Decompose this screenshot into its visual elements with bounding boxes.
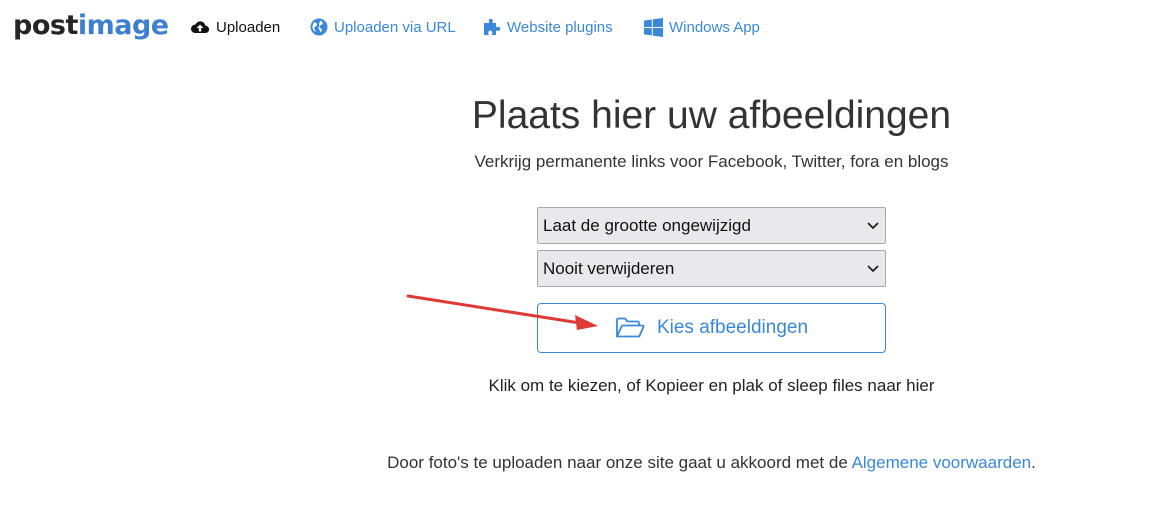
nav-upload-label: Uploaden bbox=[216, 18, 281, 36]
logo-text-post: post bbox=[13, 10, 78, 41]
puzzle-icon bbox=[484, 18, 501, 35]
upload-hint: Klik om te kiezen, of Kopieer en plak of… bbox=[488, 376, 935, 395]
terms-notice: Door foto's te uploaden naar onze site g… bbox=[300, 451, 1123, 475]
nav-website-plugins-label: Website plugins bbox=[507, 18, 613, 36]
cloud-upload-icon bbox=[190, 21, 210, 33]
folder-open-icon bbox=[616, 317, 645, 338]
nav-windows-app[interactable]: Windows App bbox=[644, 16, 760, 38]
choose-images-button[interactable]: Kies afbeeldingen bbox=[537, 303, 886, 353]
choose-images-label: Kies afbeeldingen bbox=[656, 317, 809, 338]
expire-select-value: Nooit verwijderen bbox=[543, 259, 675, 278]
terms-link[interactable]: Algemene voorwaarden bbox=[852, 453, 1032, 472]
top-navbar: postimage Uploaden Uploaden via URL Webs… bbox=[0, 0, 1168, 56]
chevron-down-icon bbox=[867, 222, 879, 229]
nav-website-plugins[interactable]: Website plugins bbox=[483, 16, 613, 38]
terms-text: Door foto's te uploaden naar onze site g… bbox=[387, 453, 852, 472]
page-subtitle: Verkrijg permanente links voor Facebook,… bbox=[474, 152, 949, 171]
nav-upload-url[interactable]: Uploaden via URL bbox=[310, 16, 456, 38]
nav-upload[interactable]: Uploaden bbox=[190, 16, 280, 38]
resize-select[interactable]: Laat de grootte ongewijzigd bbox=[537, 207, 886, 244]
resize-select-value: Laat de grootte ongewijzigd bbox=[543, 216, 751, 235]
windows-icon bbox=[644, 17, 663, 37]
nav-upload-url-label: Uploaden via URL bbox=[334, 18, 456, 36]
page-title: Plaats hier uw afbeeldingen bbox=[471, 94, 952, 137]
postimage-logo[interactable]: postimage bbox=[13, 9, 169, 43]
expire-select[interactable]: Nooit verwijderen bbox=[537, 250, 886, 287]
logo-text-image: image bbox=[77, 10, 169, 41]
terms-end: . bbox=[1031, 453, 1036, 472]
chevron-down-icon bbox=[867, 265, 879, 272]
page: postimage Uploaden Uploaden via URL Webs… bbox=[0, 0, 1168, 525]
nav-windows-app-label: Windows App bbox=[669, 18, 760, 36]
globe-icon bbox=[310, 18, 328, 36]
